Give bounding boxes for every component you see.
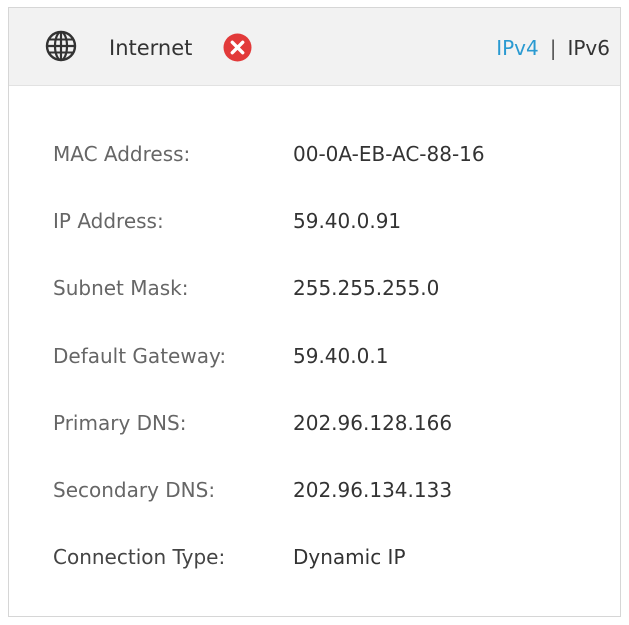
internet-status-panel: Internet IPv4 | IPv6 MAC Address: 00-0A-EB… bbox=[8, 7, 621, 617]
panel-header: Internet IPv4 | IPv6 bbox=[9, 8, 620, 86]
detail-label: MAC Address: bbox=[53, 142, 191, 166]
detail-row-mac-address: MAC Address: 00-0A-EB-AC-88-16 bbox=[9, 139, 620, 169]
ipv4-tab[interactable]: IPv4 bbox=[496, 36, 539, 60]
detail-value: 00-0A-EB-AC-88-16 bbox=[293, 142, 485, 166]
detail-row-default-gateway: Default Gateway: 59.40.0.1 bbox=[9, 341, 620, 371]
detail-label: Subnet Mask: bbox=[53, 276, 189, 300]
detail-value: 202.96.128.166 bbox=[293, 411, 453, 435]
ipv6-tab[interactable]: IPv6 bbox=[567, 36, 610, 60]
detail-label: IP Address: bbox=[53, 209, 164, 233]
ip-version-switch: IPv4 | IPv6 bbox=[496, 36, 610, 60]
detail-label: Connection Type: bbox=[53, 545, 226, 569]
detail-row-subnet-mask: Subnet Mask: 255.255.255.0 bbox=[9, 273, 620, 303]
detail-value: 59.40.0.1 bbox=[293, 344, 389, 368]
detail-row-secondary-dns: Secondary DNS: 202.96.134.133 bbox=[9, 475, 620, 505]
error-x-icon bbox=[223, 33, 252, 62]
detail-label: Primary DNS: bbox=[53, 411, 187, 435]
panel-title: Internet bbox=[109, 36, 193, 60]
detail-row-ip-address: IP Address: 59.40.0.91 bbox=[9, 206, 620, 236]
detail-value: Dynamic IP bbox=[293, 545, 406, 569]
detail-label: Secondary DNS: bbox=[53, 478, 216, 502]
detail-label: Default Gateway: bbox=[53, 344, 227, 368]
detail-value: 255.255.255.0 bbox=[293, 276, 440, 300]
detail-row-connection-type: Connection Type: Dynamic IP bbox=[9, 542, 620, 572]
globe-icon bbox=[45, 30, 77, 62]
detail-value: 202.96.134.133 bbox=[293, 478, 453, 502]
detail-row-primary-dns: Primary DNS: 202.96.128.166 bbox=[9, 408, 620, 438]
tab-separator: | bbox=[549, 36, 557, 60]
detail-value: 59.40.0.91 bbox=[293, 209, 402, 233]
